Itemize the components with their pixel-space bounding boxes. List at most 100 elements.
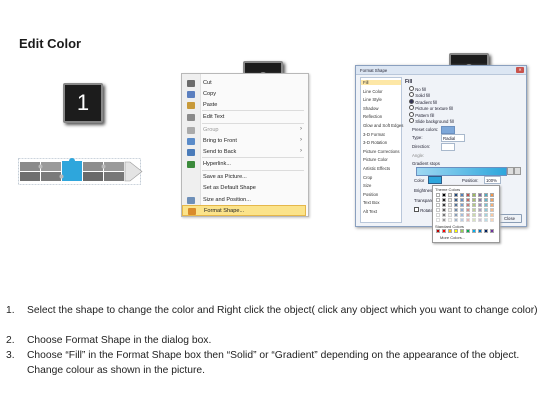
theme-color-swatch[interactable] [442,218,446,222]
more-colors-option[interactable]: More Colors... [440,235,465,240]
menu-item-hyperlink[interactable]: Hyperlink... [182,159,306,170]
category-item[interactable]: Crop [363,175,372,180]
remove-stop-button[interactable] [514,167,521,175]
theme-color-swatch[interactable] [436,218,440,222]
theme-color-swatch[interactable] [484,218,488,222]
theme-color-swatch[interactable] [454,208,458,212]
theme-color-swatch[interactable] [460,213,464,217]
fill-option-radio[interactable]: Picture or texture fill [409,105,453,111]
theme-color-swatch[interactable] [448,203,452,207]
theme-color-swatch[interactable] [436,208,440,212]
theme-color-swatch[interactable] [472,193,476,197]
theme-color-swatch[interactable] [472,203,476,207]
theme-color-swatch[interactable] [460,203,464,207]
menu-item-bring-to-front[interactable]: Bring to Front › [182,136,306,147]
close-icon[interactable]: ✕ [516,67,524,73]
category-item[interactable]: 3-D Format [363,132,385,137]
theme-color-swatch[interactable] [484,193,488,197]
theme-color-swatch[interactable] [490,198,494,202]
category-item[interactable]: Glow and Soft Edges [363,123,403,128]
menu-item-format-shape[interactable]: Format Shape... [182,205,306,216]
theme-color-swatch[interactable] [460,208,464,212]
theme-color-swatch[interactable] [454,203,458,207]
fill-option-radio[interactable]: Gradient fill [409,98,437,105]
category-item[interactable]: Text Box [363,200,379,205]
theme-color-swatch[interactable] [466,198,470,202]
theme-color-swatch[interactable] [454,198,458,202]
theme-color-swatch[interactable] [490,203,494,207]
category-item[interactable]: Shadow [363,106,379,111]
theme-color-swatch[interactable] [448,213,452,217]
menu-item-copy[interactable]: Copy [182,89,306,100]
standard-color-swatch[interactable] [484,229,488,233]
theme-color-swatch[interactable] [484,213,488,217]
theme-color-swatch[interactable] [490,218,494,222]
theme-color-swatch[interactable] [442,213,446,217]
fill-option-radio[interactable]: No fill [409,86,426,92]
theme-color-swatch[interactable] [478,218,482,222]
category-item[interactable]: Alt Text [363,209,377,214]
standard-color-swatch[interactable] [472,229,476,233]
category-item[interactable]: Fill [361,80,401,85]
theme-color-swatch[interactable] [436,213,440,217]
theme-color-swatch[interactable] [448,193,452,197]
gradient-slider[interactable] [416,167,507,176]
fill-option-radio[interactable]: Slide background fill [409,118,454,124]
category-item[interactable]: Line Color [363,89,383,94]
category-item[interactable]: Position [363,192,378,197]
standard-color-swatch[interactable] [478,229,482,233]
menu-item-save-as-picture[interactable]: Save as Picture... [182,172,306,183]
theme-color-swatch[interactable] [436,198,440,202]
standard-color-swatch[interactable] [436,229,440,233]
type-select[interactable]: Radial [441,134,465,142]
theme-color-swatch[interactable] [454,193,458,197]
theme-color-swatch[interactable] [460,198,464,202]
menu-item-edit-text[interactable]: Edit Text [182,112,306,123]
theme-color-swatch[interactable] [442,198,446,202]
theme-color-swatch[interactable] [460,193,464,197]
theme-color-swatch[interactable] [478,193,482,197]
theme-color-swatch[interactable] [442,203,446,207]
theme-color-swatch[interactable] [478,198,482,202]
theme-color-swatch[interactable] [460,218,464,222]
theme-color-swatch[interactable] [466,218,470,222]
theme-color-swatch[interactable] [436,193,440,197]
direction-dropdown[interactable] [441,143,455,151]
preset-dropdown[interactable] [441,126,455,134]
add-stop-button[interactable] [507,167,514,175]
category-item[interactable]: 3-D Rotation [363,140,387,145]
theme-color-swatch[interactable] [490,193,494,197]
theme-color-swatch[interactable] [436,203,440,207]
theme-color-swatch[interactable] [478,208,482,212]
theme-color-swatch[interactable] [442,193,446,197]
standard-color-swatch[interactable] [442,229,446,233]
theme-color-swatch[interactable] [478,213,482,217]
menu-item-cut[interactable]: Cut [182,78,306,89]
standard-color-swatch[interactable] [448,229,452,233]
theme-color-swatch[interactable] [472,218,476,222]
theme-color-swatch[interactable] [448,218,452,222]
standard-color-swatch[interactable] [460,229,464,233]
standard-color-swatch[interactable] [490,229,494,233]
fill-option-radio[interactable]: Solid fill [409,92,430,98]
theme-color-swatch[interactable] [472,213,476,217]
position-input[interactable]: 100% [484,176,501,184]
standard-color-swatch[interactable] [466,229,470,233]
theme-color-swatch[interactable] [448,208,452,212]
theme-color-swatch[interactable] [490,208,494,212]
theme-color-swatch[interactable] [472,198,476,202]
theme-color-swatch[interactable] [466,213,470,217]
category-item[interactable]: Reflection [363,114,382,119]
category-item[interactable]: Line Style [363,97,382,102]
theme-color-swatch[interactable] [484,203,488,207]
category-item[interactable]: Picture Color [363,157,388,162]
theme-color-swatch[interactable] [466,203,470,207]
theme-color-swatch[interactable] [442,208,446,212]
category-item[interactable]: Picture Corrections [363,149,400,154]
theme-color-swatch[interactable] [478,203,482,207]
color-picker-button[interactable] [428,176,442,184]
theme-color-swatch[interactable] [484,198,488,202]
puzzle-arrow-shape[interactable] [18,152,148,192]
theme-color-swatch[interactable] [472,208,476,212]
fill-option-radio[interactable]: Pattern fill [409,111,434,118]
